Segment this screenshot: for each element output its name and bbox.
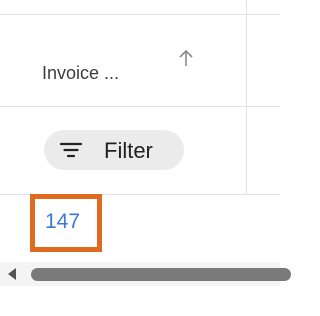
- filter-button[interactable]: Filter: [44, 130, 184, 170]
- data-grid: Invoice ... Filter 147: [0, 0, 291, 316]
- scroll-left-arrow-icon[interactable]: [8, 268, 16, 280]
- selected-cell[interactable]: 147: [30, 194, 102, 252]
- grid-line-header-bottom: [0, 106, 280, 107]
- column-header-label: Invoice ...: [42, 63, 120, 83]
- horizontal-scrollbar[interactable]: [0, 262, 291, 286]
- filter-label: Filter: [104, 138, 153, 163]
- filter-icon: [60, 142, 82, 158]
- scrollbar-thumb[interactable]: [31, 268, 291, 281]
- column-divider[interactable]: [246, 0, 247, 194]
- column-header-invoice[interactable]: Invoice ...: [0, 14, 246, 106]
- invoice-value-link[interactable]: 147: [45, 210, 80, 234]
- sort-ascending-icon[interactable]: [176, 48, 196, 70]
